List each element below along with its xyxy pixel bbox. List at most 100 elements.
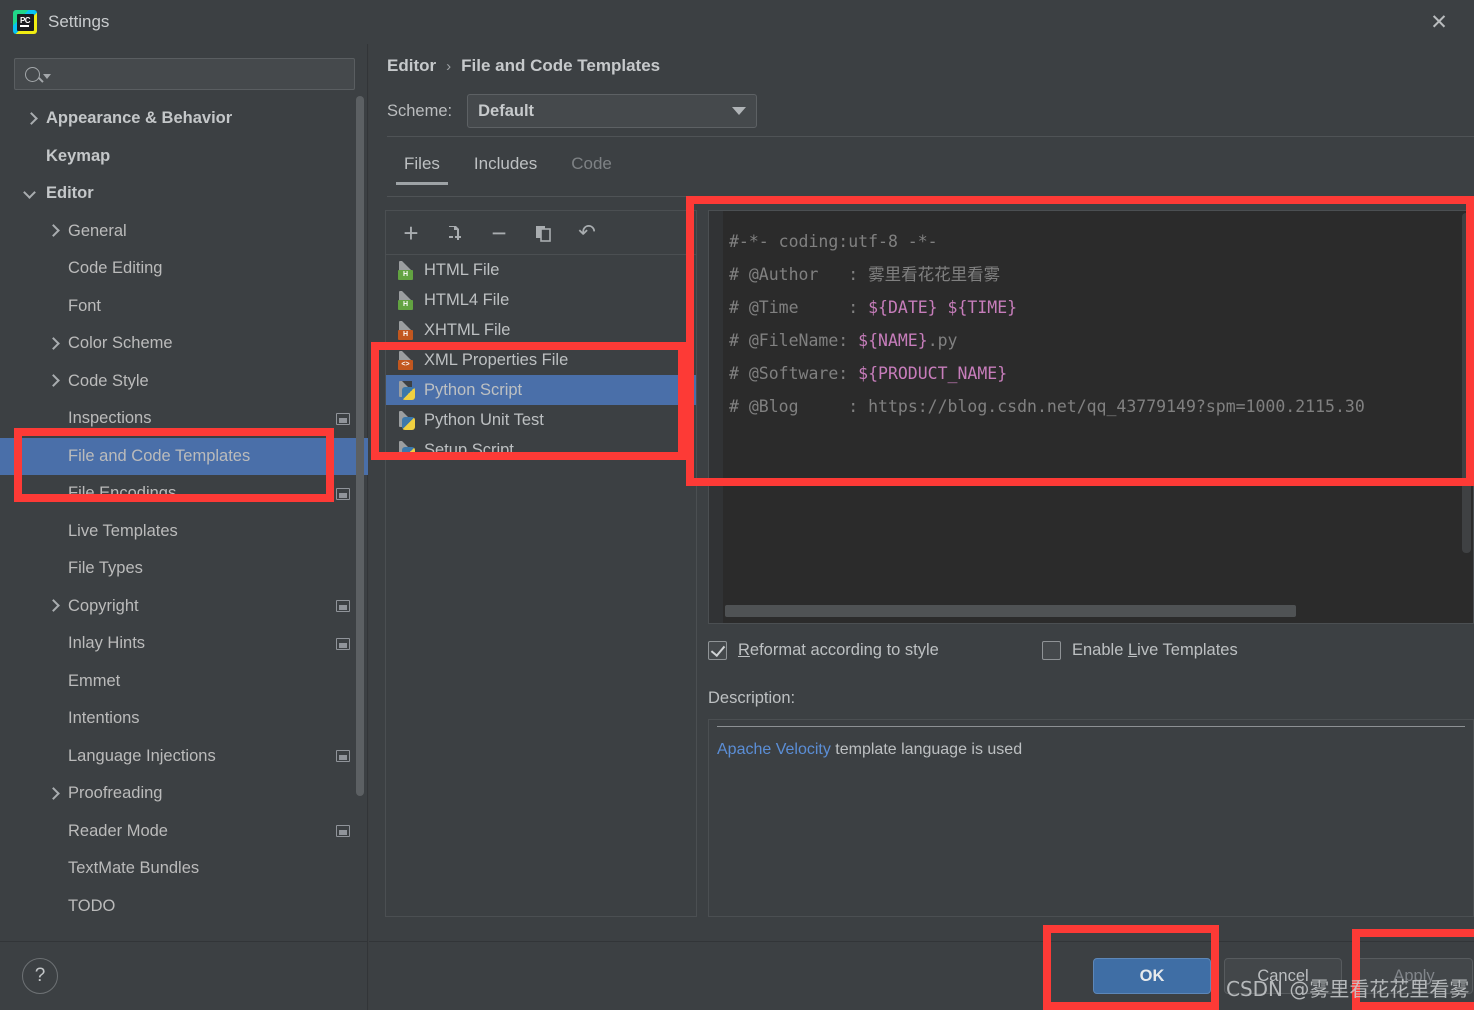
sidebar-item-copyright[interactable]: Copyright: [0, 588, 368, 626]
template-code-editor[interactable]: #-*- coding:utf-8 -*- # @Author : 雾里看花花里…: [708, 210, 1474, 624]
project-scope-icon: [336, 487, 350, 500]
sidebar-item-font[interactable]: Font: [0, 288, 368, 326]
sidebar-item-inspections[interactable]: Inspections: [0, 400, 368, 438]
template-list-item[interactable]: Python Unit Test: [386, 405, 696, 435]
sidebar-item-emmet[interactable]: Emmet: [0, 663, 368, 701]
sidebar-item-label: File Encodings: [68, 484, 177, 503]
breadcrumb-parent[interactable]: Editor: [387, 56, 436, 76]
sidebar-item-intentions[interactable]: Intentions: [0, 700, 368, 738]
apply-button[interactable]: Apply: [1355, 958, 1473, 994]
chevron-right-icon[interactable]: [46, 787, 60, 801]
chevron-right-icon[interactable]: [46, 337, 60, 351]
breadcrumb-separator-icon: ›: [446, 57, 452, 75]
sidebar-item-label: Editor: [46, 184, 94, 203]
html-file-icon: H: [398, 260, 415, 280]
sidebar-item-label: Proofreading: [68, 784, 163, 803]
sidebar-item-label: TODO: [68, 896, 116, 915]
sidebar-item-file-encodings[interactable]: File Encodings: [0, 475, 368, 513]
template-list-item-label: Python Script: [424, 380, 523, 399]
tab-files[interactable]: Files: [387, 154, 457, 185]
sidebar-item-label: Inlay Hints: [68, 634, 146, 653]
python-file-icon: [398, 380, 415, 400]
template-list-item[interactable]: <> XML Properties File: [386, 345, 696, 375]
code-line-2-value: 雾里看花花里看雾: [868, 265, 1001, 284]
code-line-3-value: ${DATE} ${TIME}: [868, 298, 1018, 317]
tab-code: Code: [571, 154, 612, 173]
xml-file-icon: <>: [398, 350, 415, 370]
sidebar-item-label: Code Style: [68, 371, 149, 390]
sidebar-item-reader-mode[interactable]: Reader Mode: [0, 813, 368, 851]
description-label: Description:: [708, 689, 796, 707]
code-line-1: #-*- coding:utf-8 -*-: [729, 232, 938, 251]
code-line-3-key: # @Time :: [729, 298, 869, 317]
sidebar-item-proofreading[interactable]: Proofreading: [0, 775, 368, 813]
sidebar-item-editor[interactable]: Editor: [0, 175, 368, 213]
live-templates-checkbox-row: Enable Live Templates: [1042, 641, 1238, 660]
sidebar-item-color-scheme[interactable]: Color Scheme: [0, 325, 368, 363]
apache-velocity-link[interactable]: Apache Velocity: [717, 741, 831, 758]
project-scope-icon: [336, 412, 350, 425]
copy-template-button[interactable]: [442, 220, 468, 246]
description-box[interactable]: Apache Velocity template language is use…: [708, 719, 1474, 917]
editor-vertical-scrollbar[interactable]: [1462, 213, 1471, 553]
sidebar-item-appearance-behavior[interactable]: Appearance & Behavior: [0, 100, 368, 138]
python-file-icon: [398, 410, 415, 430]
sidebar-item-code-style[interactable]: Code Style: [0, 363, 368, 401]
template-list-item[interactable]: H HTML File: [386, 255, 696, 285]
chevron-right-icon[interactable]: [24, 112, 38, 126]
code-line-5-value: ${PRODUCT_NAME}: [858, 364, 1008, 383]
template-list-item[interactable]: Python Script: [386, 375, 696, 405]
sidebar-item-keymap[interactable]: Keymap: [0, 138, 368, 176]
add-template-button[interactable]: +: [398, 220, 424, 246]
sidebar-item-textmate-bundles[interactable]: TextMate Bundles: [0, 850, 368, 888]
cancel-button[interactable]: Cancel: [1224, 958, 1342, 994]
sidebar-item-code-editing[interactable]: Code Editing: [0, 250, 368, 288]
sidebar-item-live-templates[interactable]: Live Templates: [0, 513, 368, 551]
scheme-select[interactable]: Default: [467, 94, 758, 128]
sidebar-item-label: Copyright: [68, 596, 139, 615]
chevron-down-icon[interactable]: [24, 187, 38, 201]
sidebar-scrollbar[interactable]: [356, 96, 364, 796]
sidebar-item-label: File and Code Templates: [68, 446, 251, 465]
chevron-right-icon[interactable]: [46, 224, 60, 238]
chevron-right-icon[interactable]: [46, 599, 60, 613]
page-title: File and Code Templates: [461, 56, 661, 75]
tab-divider: [387, 196, 1474, 197]
sidebar-item-label: File Types: [68, 559, 143, 578]
template-list-item[interactable]: H HTML4 File: [386, 285, 696, 315]
reformat-checkbox[interactable]: [708, 641, 727, 660]
reformat-checkbox-row: Reformat according to style: [708, 641, 939, 660]
help-button[interactable]: ?: [22, 958, 58, 994]
live-templates-checkbox[interactable]: [1042, 641, 1061, 660]
sidebar-item-label: Emmet: [68, 671, 121, 690]
sidebar-item-file-and-code-templates[interactable]: File and Code Templates: [0, 437, 368, 475]
code-line-6-key: # @Blog :: [729, 397, 869, 416]
sidebar-item-language-injections[interactable]: Language Injections: [0, 738, 368, 776]
template-list-item[interactable]: Setup Script: [386, 435, 696, 465]
sidebar-item-inlay-hints[interactable]: Inlay Hints: [0, 625, 368, 663]
template-list[interactable]: H HTML File H HTML4 File H XHTML File <> XML Pr…: [386, 255, 696, 465]
sidebar-item-label: Appearance & Behavior: [46, 109, 233, 128]
close-icon[interactable]: ✕: [1426, 9, 1452, 35]
sidebar-footer: ?: [0, 941, 368, 1010]
sidebar-item-label: Live Templates: [68, 521, 178, 540]
tab-includes[interactable]: Includes: [457, 154, 554, 185]
template-list-item-label: XML Properties File: [424, 350, 569, 369]
sidebar-item-file-types[interactable]: File Types: [0, 550, 368, 588]
project-scope-icon: [336, 825, 350, 838]
description-text: Apache Velocity template language is use…: [717, 741, 1022, 759]
chevron-right-icon[interactable]: [46, 374, 60, 388]
search-input[interactable]: [14, 58, 355, 90]
sidebar-item-todo[interactable]: TODO: [0, 888, 368, 926]
ok-button[interactable]: OK: [1093, 958, 1211, 994]
sidebar-item-label: Code Editing: [68, 259, 163, 278]
template-list-item[interactable]: H XHTML File: [386, 315, 696, 345]
duplicate-template-button[interactable]: [530, 220, 556, 246]
settings-tree[interactable]: Appearance & Behavior Keymap Editor General…: [0, 100, 368, 941]
sidebar-item-label: Keymap: [46, 146, 111, 165]
remove-template-button[interactable]: −: [486, 220, 512, 246]
editor-horizontal-scrollbar[interactable]: [725, 605, 1296, 617]
template-list-toolbar: + − ↶: [386, 211, 696, 255]
reset-template-button[interactable]: ↶: [574, 220, 600, 246]
sidebar-item-general[interactable]: General: [0, 213, 368, 251]
